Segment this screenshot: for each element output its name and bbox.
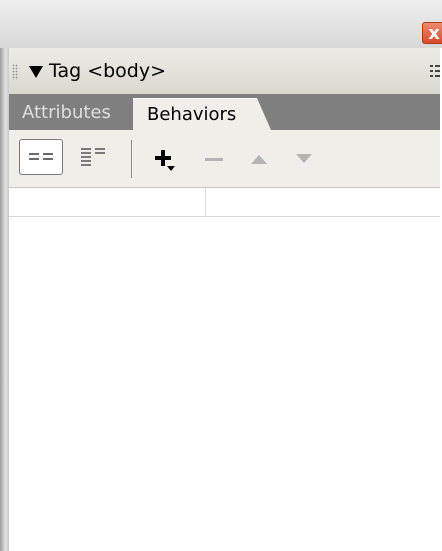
show-all-events-button[interactable] xyxy=(71,139,115,175)
show-set-events-icon xyxy=(29,153,53,160)
move-down-icon[interactable] xyxy=(292,149,318,169)
tag-inspector-panel: x Tag <body> Attributes Behaviors xyxy=(0,0,442,551)
behaviors-column-header xyxy=(9,188,442,217)
close-button[interactable]: x xyxy=(422,22,442,44)
tab-bar: Attributes Behaviors xyxy=(9,94,442,130)
behaviors-toolbar xyxy=(9,130,442,188)
tab-attributes[interactable]: Attributes xyxy=(22,102,111,123)
add-behavior-icon[interactable] xyxy=(151,144,183,176)
show-all-events-icon xyxy=(81,148,105,166)
show-set-events-button[interactable] xyxy=(19,139,63,175)
panel-left-edge xyxy=(0,48,9,551)
grip-handle-icon[interactable] xyxy=(12,64,18,80)
tab-behaviors[interactable]: Behaviors xyxy=(133,98,271,130)
move-up-icon[interactable] xyxy=(247,149,273,169)
panel-header[interactable]: Tag <body> xyxy=(9,48,442,95)
remove-behavior-icon[interactable] xyxy=(202,150,228,170)
window-title-strip xyxy=(0,0,442,49)
column-divider[interactable] xyxy=(205,188,206,216)
behaviors-list[interactable] xyxy=(9,217,442,551)
collapse-triangle-icon[interactable] xyxy=(29,66,43,78)
toolbar-separator xyxy=(131,140,132,178)
panel-title: Tag <body> xyxy=(49,60,167,82)
